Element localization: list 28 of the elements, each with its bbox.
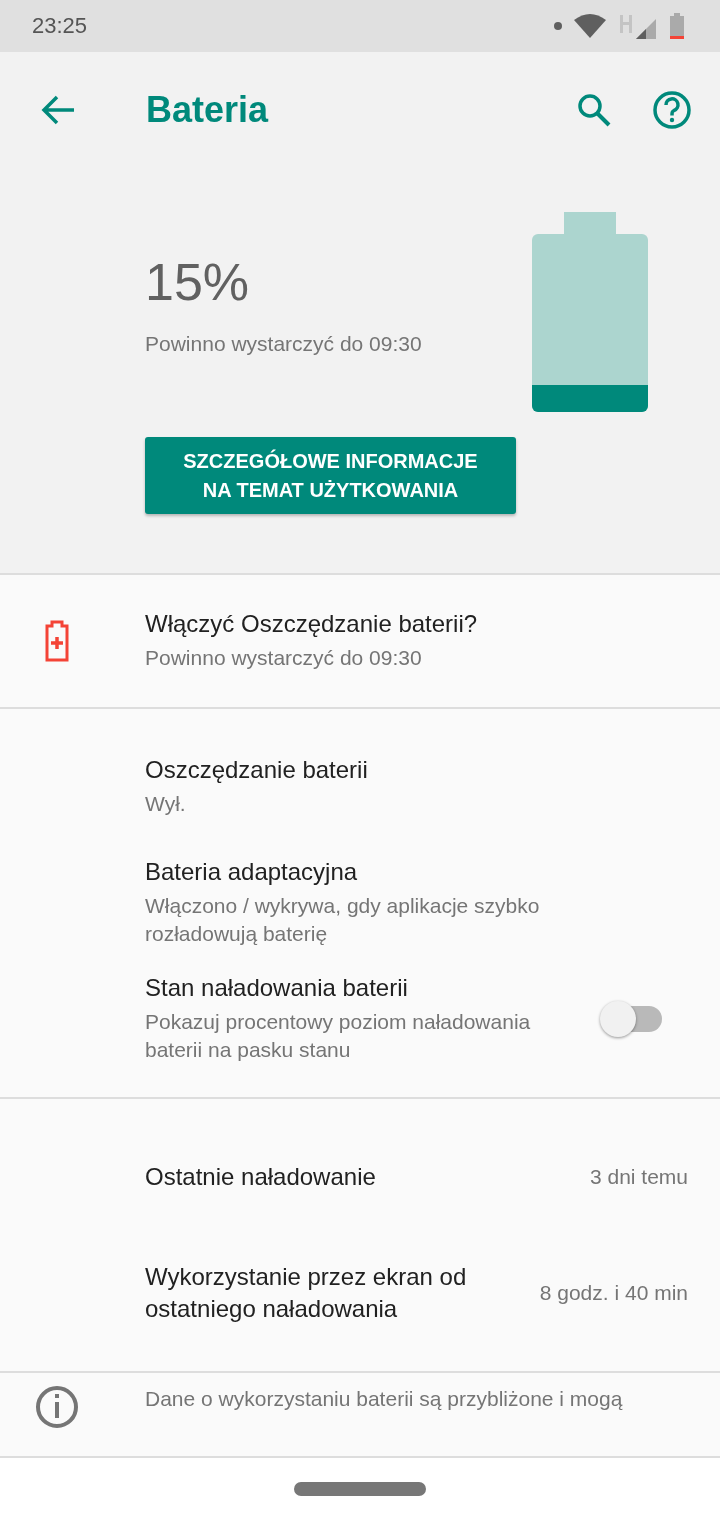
battery-percentage: 15% (145, 252, 251, 312)
info-title: Ostatnie naładowanie (145, 1162, 377, 1192)
search-icon[interactable] (576, 92, 612, 128)
setting-title[interactable]: Oszczędzanie baterii (145, 756, 625, 784)
back-arrow-icon[interactable] (40, 94, 76, 126)
page-title: Bateria (146, 89, 270, 131)
battery-icon (670, 13, 684, 39)
setting-summary: Wył. (145, 791, 187, 817)
row-subtitle: Powinno wystarczyć do 09:30 (145, 645, 423, 671)
info-title: Wykorzystanie przez ekran od ostatniego naładowania (145, 1262, 468, 1324)
footer-note: Dane o wykorzystaniu baterii są przybliżone i mogą (145, 1386, 623, 1412)
row-title[interactable]: Włączyć Oszczędzanie baterii? (145, 610, 625, 638)
signal-icon (618, 13, 658, 39)
usage-details-button[interactable]: SZCZEGÓŁOWE INFORMACJE NA TEMAT UŻYTKOWANIA (145, 437, 516, 514)
info-icon (34, 1385, 79, 1429)
setting-title[interactable]: Stan naładowania baterii (145, 974, 545, 1002)
setting-summary: Włączono / wykrywa, gdy aplikacje szybko rozładowują baterię (145, 893, 541, 947)
info-value: 3 dni temu (589, 1165, 688, 1189)
setting-title[interactable]: Bateria adaptacyjna (145, 858, 625, 886)
battery-estimate: Powinno wystarczyć do 09:30 (145, 332, 423, 356)
status-time: 23:25 (32, 13, 89, 39)
battery-plus-icon (43, 620, 70, 662)
help-icon[interactable] (652, 90, 692, 130)
home-gesture-bar[interactable] (294, 1482, 426, 1496)
wifi-icon (574, 14, 606, 38)
setting-summary: Pokazuj procentowy poziom naładowania baterii na pasku stanu (145, 1009, 532, 1063)
notification-dot-icon (554, 22, 562, 30)
info-value: 8 godz. i 40 min (539, 1281, 688, 1305)
